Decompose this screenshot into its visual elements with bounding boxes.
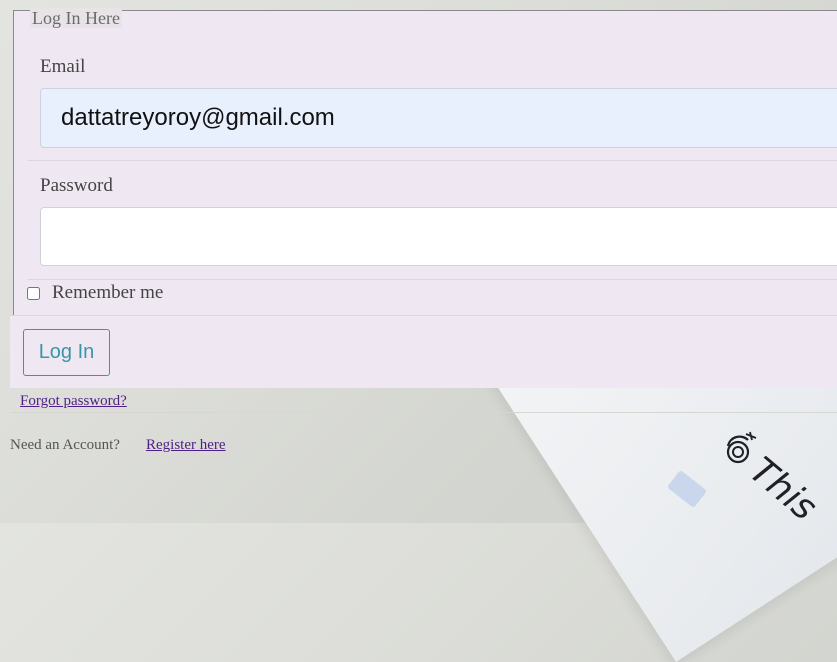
remember-me-checkbox[interactable] xyxy=(27,286,40,300)
remember-me-row: Remember me xyxy=(27,282,163,304)
register-link[interactable]: Register here xyxy=(146,437,226,454)
scribble-logo-icon xyxy=(726,431,757,464)
password-label: Password xyxy=(40,175,113,196)
log-in-button[interactable]: Log In xyxy=(23,329,110,376)
need-account-text: Need an Account? xyxy=(10,437,120,453)
forgot-password-link[interactable]: Forgot password? xyxy=(20,393,127,410)
password-input[interactable] xyxy=(40,207,837,266)
submit-panel xyxy=(10,315,837,388)
form-divider xyxy=(28,160,837,161)
login-fieldset xyxy=(13,10,837,315)
email-label: Email xyxy=(40,56,86,77)
remember-me-label[interactable]: Remember me xyxy=(52,282,163,304)
footer-divider xyxy=(10,412,837,413)
login-legend: Log In Here xyxy=(30,8,122,28)
form-divider xyxy=(28,279,837,280)
email-input[interactable] xyxy=(40,88,837,148)
